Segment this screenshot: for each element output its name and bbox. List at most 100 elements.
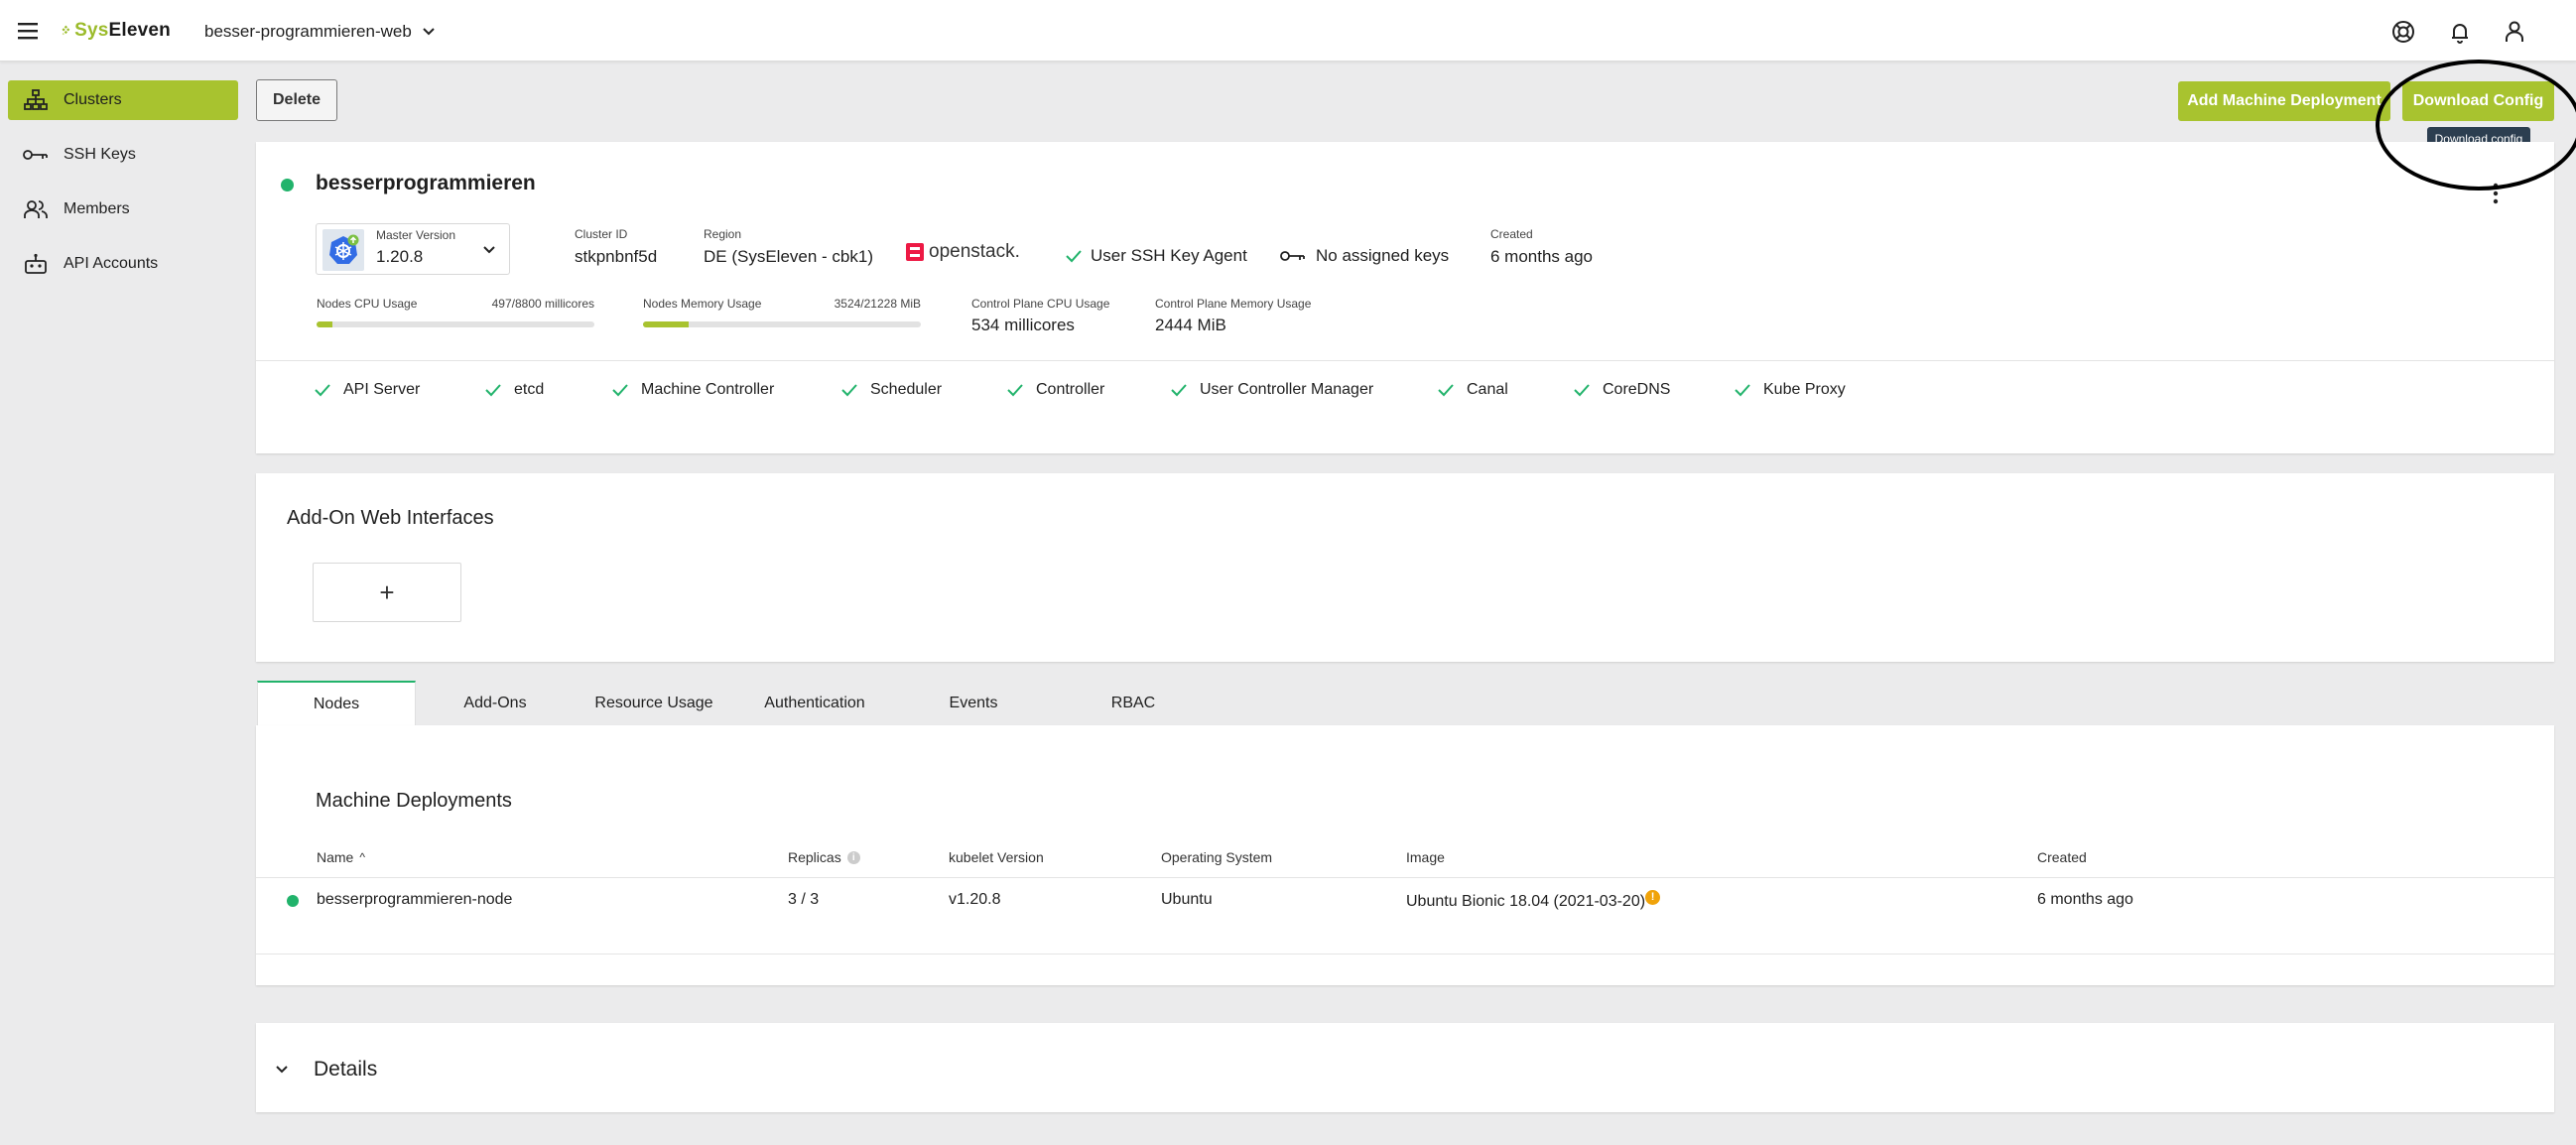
addon-card: [256, 473, 2554, 662]
health-user-controller-manager: User Controller Manager: [1170, 381, 1373, 399]
chevron-down-icon: [423, 28, 435, 36]
health-label: Controller: [1036, 381, 1105, 398]
health-label: Canal: [1467, 381, 1508, 398]
addon-title: Add-On Web Interfaces: [287, 507, 494, 529]
row-status-dot: [287, 895, 299, 907]
warning-icon[interactable]: !: [1645, 889, 1661, 905]
column-header-name[interactable]: Name ^: [317, 849, 365, 865]
chevron-down-icon[interactable]: [274, 1064, 290, 1076]
cluster-id-label: Cluster ID: [575, 227, 628, 241]
syseleven-logo[interactable]: SysEleven: [62, 12, 171, 50]
delete-button[interactable]: Delete: [256, 79, 337, 121]
sidebar-item-label: API Accounts: [64, 255, 159, 272]
health-coredns: CoreDNS: [1573, 381, 1670, 399]
add-addon-button[interactable]: +: [313, 563, 461, 622]
check-icon: [1007, 384, 1023, 397]
column-header-kubelet: kubelet Version: [949, 849, 1044, 865]
check-icon: [1438, 384, 1454, 397]
robot-icon: [8, 253, 64, 275]
sidebar-item-ssh-keys[interactable]: SSH Keys: [8, 135, 238, 175]
column-header-image: Image: [1406, 849, 1445, 865]
top-bar: SysEleven besser-programmieren-web: [0, 0, 2576, 62]
created-value: 6 months ago: [1490, 247, 1594, 266]
key-icon: [8, 148, 64, 162]
health-canal: Canal: [1437, 381, 1508, 399]
sidebar-item-label: Clusters: [64, 91, 122, 108]
add-machine-deployment-button[interactable]: Add Machine Deployment: [2178, 81, 2390, 121]
cluster-status-dot: [281, 179, 294, 191]
health-controller: Controller: [1006, 381, 1104, 399]
machine-deployments-title: Machine Deployments: [316, 790, 512, 812]
health-label: User Controller Manager: [1200, 381, 1374, 398]
logo-text: SysEleven: [74, 20, 171, 41]
sort-asc-icon: ^: [359, 850, 365, 864]
table-header-divider: [256, 877, 2554, 878]
user-icon[interactable]: [2501, 18, 2528, 46]
column-header-replicas: Replicas i: [788, 849, 860, 865]
cluster-card: [256, 142, 2554, 453]
nodes-memory-bar-fill: [643, 321, 690, 327]
check-icon: [612, 384, 628, 397]
cluster-id-value: stkpnbnf5d: [575, 247, 658, 266]
sidebar-item-label: SSH Keys: [64, 146, 136, 163]
health-label: Scheduler: [870, 381, 943, 398]
cp-cpu-value: 534 millicores: [971, 316, 1075, 334]
column-header-created: Created: [2037, 849, 2087, 865]
highlight-circle: [2376, 60, 2576, 191]
sidebar-item-label: Members: [64, 200, 130, 217]
project-selector[interactable]: besser-programmieren-web: [204, 19, 436, 45]
kubernetes-upgrade-icon: [322, 229, 364, 271]
menu-icon[interactable]: [16, 19, 42, 43]
health-label: Kube Proxy: [1763, 381, 1846, 398]
region-label: Region: [704, 227, 742, 241]
nodes-cpu-value: 497/8800 millicores: [491, 297, 594, 311]
nodes-cpu-bar: [317, 321, 594, 327]
tab-events[interactable]: Events: [896, 681, 1051, 725]
health-label: CoreDNS: [1603, 381, 1671, 398]
row-created: 6 months ago: [2037, 891, 2133, 908]
master-version-select[interactable]: Master Version 1.20.8: [316, 223, 510, 275]
bell-icon[interactable]: [2446, 18, 2474, 46]
master-version-label: Master Version: [376, 228, 456, 242]
tab-authentication[interactable]: Authentication: [733, 681, 896, 725]
provider-logo: openstack.: [905, 241, 1020, 263]
sidebar-item-clusters[interactable]: Clusters: [8, 80, 238, 120]
chevron-down-icon: [483, 246, 495, 254]
check-icon: [1171, 384, 1187, 397]
details-title: Details: [314, 1058, 378, 1081]
health-kube-proxy: Kube Proxy: [1734, 381, 1846, 399]
provider-name: openstack.: [929, 241, 1020, 262]
tab-resource-usage[interactable]: Resource Usage: [575, 681, 733, 725]
cp-memory-value: 2444 MiB: [1155, 316, 1226, 334]
logo-mark-icon: [62, 25, 70, 36]
card-divider: [256, 360, 2554, 361]
region-value: DE (SysEleven - cbk1): [704, 247, 873, 266]
created-label: Created: [1490, 227, 1533, 241]
check-icon: [1066, 250, 1082, 263]
health-label: etcd: [514, 381, 545, 398]
check-icon: [841, 384, 857, 397]
assigned-keys-label: No assigned keys: [1316, 246, 1450, 265]
info-icon[interactable]: i: [846, 850, 860, 864]
details-card[interactable]: [256, 1023, 2554, 1112]
row-kubelet: v1.20.8: [949, 891, 1001, 908]
sidebar-item-api-accounts[interactable]: API Accounts: [8, 244, 238, 284]
health-machine-controller: Machine Controller: [611, 381, 774, 399]
row-name[interactable]: besserprogrammieren-node: [317, 891, 512, 909]
health-etcd: etcd: [484, 381, 544, 399]
project-name: besser-programmieren-web: [204, 22, 412, 41]
assigned-keys[interactable]: No assigned keys: [1280, 246, 1449, 266]
tab-rbac[interactable]: RBAC: [1054, 681, 1213, 725]
nodes-cpu-bar-fill: [317, 321, 332, 327]
table-row[interactable]: [256, 879, 2554, 953]
sitemap-icon: [8, 89, 64, 111]
help-icon[interactable]: [2389, 18, 2417, 46]
tab-nodes[interactable]: Nodes: [257, 681, 416, 725]
check-icon: [485, 384, 501, 397]
tab-add-ons[interactable]: Add-Ons: [416, 681, 575, 725]
master-version-value: 1.20.8: [376, 247, 424, 266]
cp-memory-label: Control Plane Memory Usage: [1155, 297, 1312, 311]
cluster-name: besserprogrammieren: [316, 172, 536, 194]
sidebar-item-members[interactable]: Members: [8, 190, 238, 229]
nodes-memory-bar: [643, 321, 921, 327]
